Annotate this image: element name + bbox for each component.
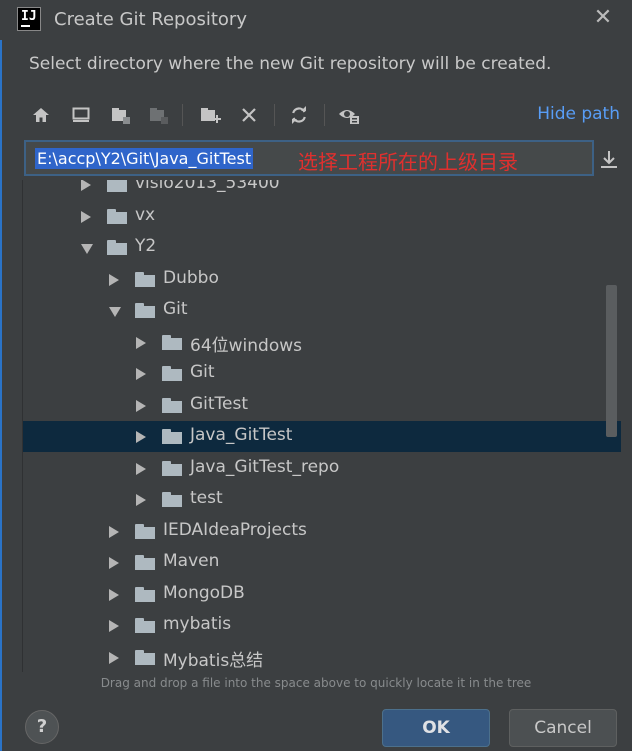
tree-row[interactable]: IEDAIdeaProjects (23, 516, 621, 547)
folder-icon (162, 492, 182, 507)
tree-row[interactable]: Dubbo (23, 264, 621, 295)
tree-row[interactable]: Y2 (23, 232, 621, 263)
folder-icon (135, 523, 155, 539)
expand-arrow-right-icon[interactable] (109, 525, 119, 538)
dialog-description: Select directory where the new Git repos… (29, 54, 552, 74)
expand-arrow-right-icon[interactable] (81, 210, 91, 223)
toolbar-separator (182, 104, 183, 126)
tree-item-label: mybatis (163, 614, 232, 634)
delete-icon[interactable] (234, 98, 264, 132)
annotation-text: 选择工程所在的上级目录 (298, 150, 518, 174)
folder-icon (135, 555, 155, 570)
tree-row[interactable]: MongoDB (23, 579, 621, 610)
expand-arrow-right-icon[interactable] (136, 494, 146, 506)
expand-arrow-right-icon[interactable] (136, 336, 146, 349)
ok-button[interactable]: OK (382, 709, 490, 747)
expand-arrow-right-icon[interactable] (136, 462, 146, 475)
expand-arrow-right-icon[interactable] (109, 588, 119, 601)
tree-row[interactable]: vx (23, 201, 621, 232)
folder-icon (107, 180, 127, 192)
tree-item-label: IEDAIdeaProjects (163, 519, 307, 540)
tree-row[interactable]: Java_GitTest (23, 421, 621, 452)
show-hidden-icon[interactable] (334, 98, 364, 132)
close-icon[interactable]: ✕ (592, 6, 614, 30)
dialog-title: Create Git Repository (54, 9, 247, 30)
project-folder-icon[interactable] (106, 98, 136, 132)
hide-path-link[interactable]: Hide path (537, 104, 620, 124)
tree-item-label: Git (163, 299, 188, 319)
expand-arrow-right-icon[interactable] (109, 273, 119, 286)
folder-icon (162, 429, 182, 444)
expand-arrow-right-icon[interactable] (109, 651, 119, 664)
folder-icon (135, 618, 155, 633)
refresh-icon[interactable] (284, 98, 314, 132)
expand-arrow-down-icon[interactable] (109, 307, 121, 317)
title-bar: IJ Create Git Repository ✕ (0, 0, 632, 40)
tree-row[interactable]: mybatis (23, 610, 621, 641)
directory-tree[interactable]: visio2013_53400 vx Y2 Dubbo Git 64位windows Git… (22, 180, 621, 672)
folder-icon (135, 649, 155, 665)
expand-arrow-right-icon[interactable] (136, 431, 146, 443)
tree-row[interactable]: Git (23, 358, 621, 389)
path-input-value[interactable]: E:\accp\Y2\Git\Java_GitTest (35, 148, 254, 169)
window-edge (0, 0, 2, 751)
cancel-button[interactable]: Cancel (509, 709, 617, 747)
tree-item-label: Git (190, 362, 215, 382)
tree-row[interactable]: GitTest (23, 390, 621, 421)
tree-row[interactable]: Java_GitTest_repo (23, 453, 621, 484)
tree-row[interactable]: Maven (23, 547, 621, 578)
folder-icon (162, 366, 182, 381)
tree-item-label: MongoDB (163, 582, 245, 603)
folder-icon (162, 460, 182, 476)
tree-item-label: Mybatis总结 (163, 650, 264, 671)
module-folder-icon[interactable] (144, 98, 174, 132)
folder-icon (135, 586, 155, 602)
home-icon[interactable] (26, 98, 56, 132)
expand-arrow-right-icon[interactable] (136, 399, 146, 412)
expand-arrow-down-icon[interactable] (81, 244, 93, 254)
desktop-icon[interactable] (66, 98, 96, 132)
tree-item-label: GitTest (190, 393, 249, 414)
folder-icon (162, 397, 182, 413)
expand-arrow-right-icon[interactable] (109, 557, 119, 569)
tree-row[interactable]: Git (23, 295, 621, 326)
folder-icon (107, 240, 127, 255)
path-input[interactable]: E:\accp\Y2\Git\Java_GitTest 选择工程所在的上级目录 (24, 140, 594, 176)
folder-icon (135, 303, 155, 318)
tree-item-label: 64位windows (190, 335, 302, 356)
toolbar-separator (274, 104, 275, 126)
intellij-logo-icon: IJ (17, 7, 41, 31)
download-icon[interactable] (598, 147, 620, 171)
expand-arrow-right-icon[interactable] (109, 620, 119, 632)
tree-row[interactable]: visio2013_53400 (23, 180, 621, 200)
drag-drop-hint: Drag and drop a file into the space abov… (100, 676, 532, 690)
expand-arrow-right-icon[interactable] (81, 180, 91, 191)
folder-icon (162, 334, 182, 350)
new-folder-icon[interactable] (196, 98, 226, 132)
help-button[interactable]: ? (25, 710, 59, 744)
file-chooser-toolbar: Hide path (22, 98, 622, 132)
tree-item-label: test (190, 488, 223, 508)
tree-item-label: vx (135, 204, 156, 225)
tree-scrollbar[interactable] (606, 285, 617, 437)
tree-item-label: Dubbo (163, 267, 219, 288)
folder-icon (135, 271, 155, 287)
tree-item-label: Java_GitTest (190, 425, 293, 445)
tree-item-label: visio2013_53400 (135, 180, 280, 193)
tree-row[interactable]: 64位windows (23, 327, 621, 358)
expand-arrow-right-icon[interactable] (136, 368, 146, 380)
folder-icon (107, 208, 127, 224)
tree-item-label: Maven (163, 551, 220, 571)
tree-row[interactable]: Mybatis总结 (23, 642, 621, 673)
tree-item-label: Y2 (135, 236, 157, 256)
tree-row[interactable]: test (23, 484, 621, 515)
toolbar-separator (324, 104, 325, 126)
tree-item-label: Java_GitTest_repo (190, 456, 340, 477)
